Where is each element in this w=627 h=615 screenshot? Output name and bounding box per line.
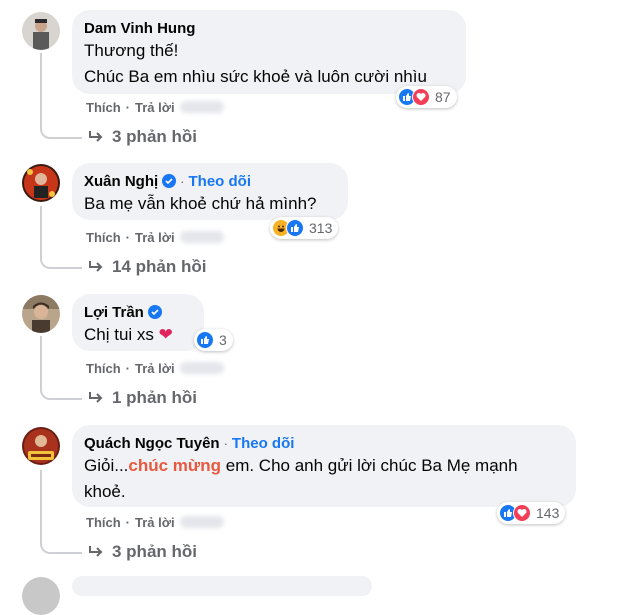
highlighted-phrase: chúc mừng [128, 456, 222, 475]
reply-button[interactable]: Trả lời [135, 515, 175, 530]
reply-arrow-icon [89, 131, 103, 142]
thread-elbow [40, 379, 82, 400]
timestamp[interactable] [179, 362, 224, 374]
comment-actions: Thích · Trả lời [86, 359, 224, 377]
replies-label: 14 phản hồi [112, 257, 207, 276]
reply-arrow-icon [89, 261, 103, 272]
comment-bubble: Xuân Nghị · Theo dõi Ba mẹ vẫn khoẻ chứ … [72, 163, 348, 220]
comment-text-body: Giỏi... [84, 456, 129, 475]
separator: · [125, 514, 131, 530]
reply-arrow-icon [89, 392, 103, 403]
like-icon [196, 331, 214, 349]
thread-line [40, 336, 42, 381]
comment-author[interactable]: Lợi Trần [84, 304, 144, 321]
separator: · [125, 229, 131, 245]
view-replies-link[interactable]: 3 phản hồi [88, 541, 197, 563]
separator: · [125, 360, 131, 376]
comment-author[interactable]: Dam Vinh Hung [84, 20, 195, 37]
like-button[interactable]: Thích [86, 361, 121, 376]
like-button[interactable]: Thích [86, 515, 121, 530]
comment-text: Chị tui xs ❤ [84, 322, 192, 348]
reply-button[interactable]: Trả lời [135, 100, 175, 115]
comment-text: khoẻ. [84, 482, 126, 501]
comment-actions: Thích · Trả lời [86, 513, 224, 531]
avatar[interactable] [22, 295, 60, 333]
reaction-count: 87 [435, 89, 451, 105]
comment-bubble: Quách Ngọc Tuyên · Theo dõi Giỏi...chúc … [72, 425, 576, 507]
timestamp[interactable] [179, 231, 224, 243]
avatar[interactable] [22, 427, 60, 465]
reaction-summary[interactable]: 3 [194, 329, 233, 351]
view-replies-link[interactable]: 3 phản hồi [88, 126, 197, 148]
like-button[interactable]: Thích [86, 100, 121, 115]
view-replies-link[interactable]: 14 phản hồi [88, 256, 206, 278]
love-icon [513, 504, 531, 522]
reaction-count: 143 [536, 505, 560, 521]
avatar[interactable] [22, 577, 60, 615]
follow-button[interactable]: Theo dõi [232, 435, 295, 452]
reply-arrow-icon [89, 546, 103, 557]
thread-elbow [40, 119, 82, 139]
comment-actions: Thích · Trả lời [86, 98, 224, 116]
replies-label: 3 phản hồi [112, 127, 197, 146]
thread-elbow [40, 248, 82, 269]
thread-line [40, 470, 42, 534]
follow-button[interactable]: Theo dõi [189, 173, 252, 190]
reaction-summary[interactable]: 143 [497, 502, 566, 524]
comment-text-body: Chị tui xs [84, 325, 154, 344]
replies-label: 3 phản hồi [112, 542, 197, 561]
comment-text: Thương thế! [84, 41, 179, 60]
comment-author[interactable]: Quách Ngọc Tuyên [84, 435, 220, 452]
reply-button[interactable]: Trả lời [135, 361, 175, 376]
comment-text: Chúc Ba em nhìu sức khoẻ và luôn cười nh… [84, 67, 427, 86]
view-replies-link[interactable]: 1 phản hồi [88, 387, 197, 409]
avatar[interactable] [22, 164, 60, 202]
avatar[interactable] [22, 12, 60, 50]
love-icon [412, 88, 430, 106]
separator: · [125, 99, 131, 115]
like-icon [286, 219, 304, 237]
verified-badge-icon [162, 174, 177, 188]
verified-badge-icon [147, 305, 162, 319]
replies-label: 1 phản hồi [112, 388, 197, 407]
reaction-summary[interactable]: 313 [270, 217, 339, 239]
like-button[interactable]: Thích [86, 230, 121, 245]
reaction-count: 313 [309, 220, 333, 236]
comment-bubble: Dam Vinh Hung Thương thế! Chúc Ba em nhì… [72, 10, 466, 94]
comment-bubble [72, 576, 372, 596]
separator: · [180, 173, 185, 189]
reaction-summary[interactable]: 87 [396, 86, 457, 108]
comment-bubble: Lợi Trần Chị tui xs ❤ [72, 294, 204, 351]
comment-text-body: em. Cho anh gửi lời chúc Ba Mẹ mạnh [221, 456, 518, 475]
reaction-count: 3 [219, 332, 227, 348]
reply-button[interactable]: Trả lời [135, 230, 175, 245]
comment-text: Giỏi...chúc mừng em. Cho anh gửi lời chú… [84, 453, 564, 479]
thread-line [40, 53, 42, 119]
timestamp[interactable] [179, 516, 224, 528]
red-heart-icon: ❤ [158, 325, 173, 344]
comment-actions: Thích · Trả lời [86, 228, 224, 246]
comment-text: Ba mẹ vẫn khoẻ chứ hả mình? [84, 194, 317, 213]
thread-line [40, 206, 42, 250]
timestamp[interactable] [179, 101, 224, 113]
separator: · [223, 435, 228, 451]
comment-author[interactable]: Xuân Nghị [84, 173, 158, 190]
thread-elbow [40, 532, 82, 554]
